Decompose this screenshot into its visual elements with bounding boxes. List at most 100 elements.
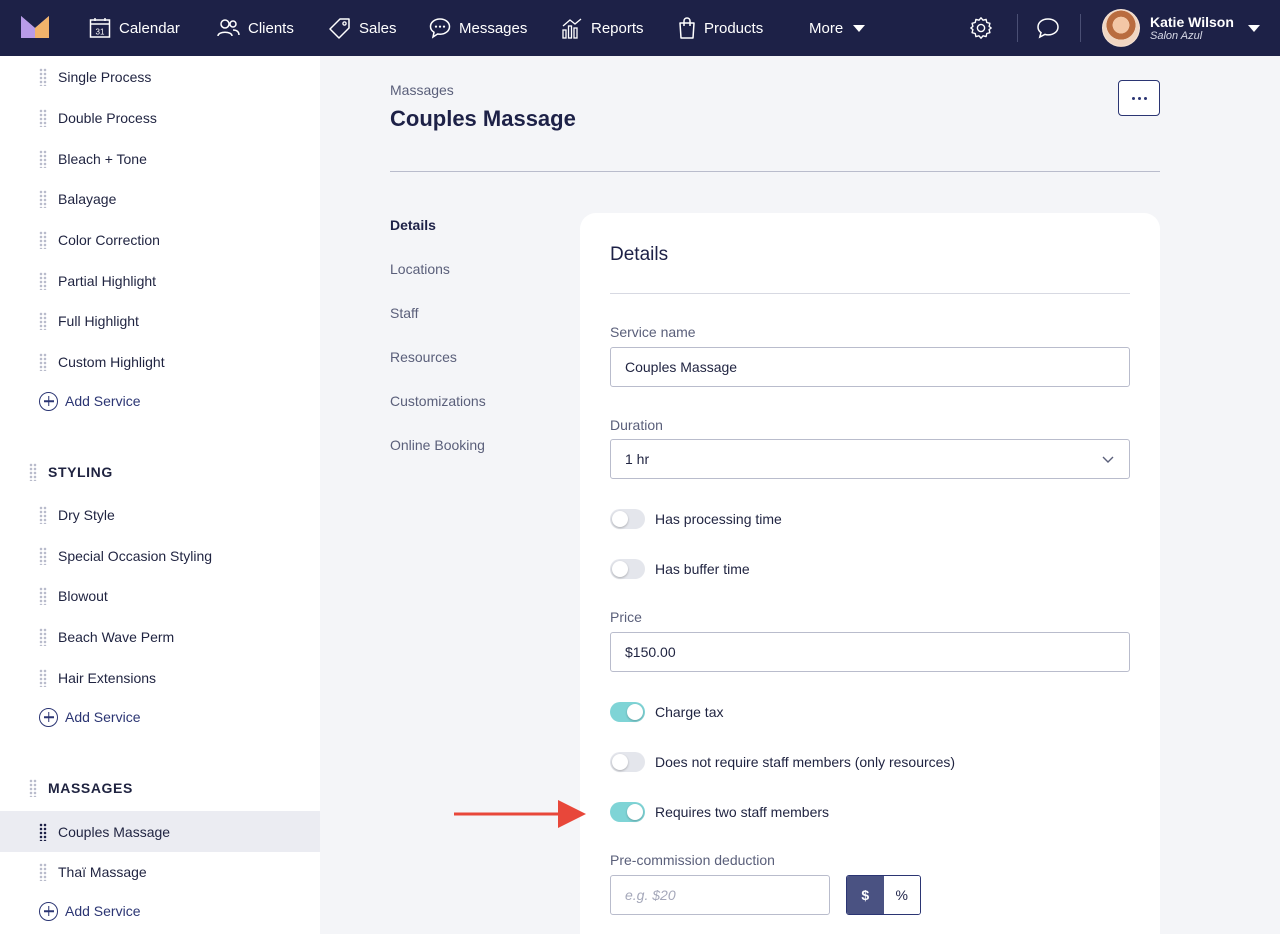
deduction-label: Pre-commission deduction — [610, 852, 775, 868]
drag-handle-icon[interactable] — [39, 822, 47, 841]
drag-handle-icon[interactable] — [39, 108, 47, 127]
settings-button[interactable] — [967, 14, 995, 42]
caret-down-icon — [853, 24, 866, 32]
drag-handle-icon[interactable] — [39, 149, 47, 168]
nav-sales-label: Sales — [359, 19, 397, 37]
mangomint-logo[interactable] — [21, 16, 49, 38]
drag-handle-icon[interactable] — [39, 271, 47, 290]
user-menu[interactable]: Katie Wilson Salon Azul — [1102, 9, 1260, 47]
nav-messages-label: Messages — [459, 19, 528, 37]
service-item[interactable]: Color Correction — [0, 219, 320, 260]
nav-products-label: Products — [704, 19, 764, 37]
section-link-resources[interactable]: Resources — [390, 349, 457, 365]
drag-handle-icon[interactable] — [39, 668, 47, 687]
drag-handle-icon[interactable] — [39, 546, 47, 565]
nav-messages[interactable]: Messages — [429, 0, 527, 56]
ellipsis-icon — [1131, 96, 1135, 100]
service-item[interactable]: Dry Style — [0, 494, 320, 535]
charge-tax-toggle[interactable] — [610, 702, 645, 722]
service-item[interactable]: Special Occasion Styling — [0, 535, 320, 576]
service-item[interactable]: Blowout — [0, 575, 320, 616]
nav-products[interactable]: Products — [678, 0, 763, 56]
section-link-locations[interactable]: Locations — [390, 261, 450, 277]
deduction-unit-percent[interactable]: % — [883, 876, 920, 914]
service-item[interactable]: Custom Highlight — [0, 341, 320, 382]
speech-bubble-icon — [1037, 18, 1059, 39]
service-item-active[interactable]: Couples Massage — [0, 811, 320, 852]
duration-label: Duration — [610, 417, 663, 433]
service-item[interactable]: Partial Highlight — [0, 260, 320, 301]
service-name-input[interactable] — [610, 347, 1130, 387]
section-link-details[interactable]: Details — [390, 217, 436, 233]
service-item[interactable]: Beach Wave Perm — [0, 616, 320, 657]
processing-time-toggle[interactable] — [610, 509, 645, 529]
plus-circle-icon — [39, 391, 58, 411]
price-label: Price — [610, 609, 642, 625]
bar-chart-icon — [562, 18, 582, 39]
category-header-massages[interactable]: MASSAGES — [29, 777, 133, 799]
nav-more-label: More — [809, 19, 844, 37]
card-divider — [610, 293, 1130, 294]
add-service-button[interactable]: Add Service — [39, 900, 140, 922]
buffer-time-toggle[interactable] — [610, 559, 645, 579]
service-item[interactable]: Bleach + Tone — [0, 138, 320, 179]
nav-more[interactable]: More — [809, 0, 866, 56]
top-navigation: 31 Calendar Clients Sales Messages Repor… — [0, 0, 1280, 56]
processing-time-toggle-row[interactable]: Has processing time — [610, 509, 782, 529]
drag-handle-icon[interactable] — [29, 779, 37, 797]
deduction-unit-toggle: $ % — [846, 875, 921, 915]
no-staff-required-toggle[interactable] — [610, 752, 645, 772]
drag-handle-icon[interactable] — [29, 463, 37, 481]
service-item[interactable]: Balayage — [0, 178, 320, 219]
drag-handle-icon[interactable] — [39, 189, 47, 208]
service-item[interactable]: Hair Extensions — [0, 657, 320, 698]
section-link-online-booking[interactable]: Online Booking — [390, 437, 485, 453]
two-staff-toggle[interactable] — [610, 802, 645, 822]
calendar-icon: 31 — [89, 18, 111, 38]
nav-separator — [1080, 14, 1081, 42]
more-options-button[interactable] — [1118, 80, 1160, 116]
nav-calendar-label: Calendar — [119, 19, 180, 37]
duration-select[interactable]: 1 hr — [610, 439, 1130, 479]
section-link-staff[interactable]: Staff — [390, 305, 419, 321]
no-staff-required-toggle-row[interactable]: Does not require staff members (only res… — [610, 752, 955, 772]
duration-value: 1 hr — [625, 451, 650, 467]
add-service-button[interactable]: Add Service — [39, 706, 140, 728]
deduction-unit-dollar[interactable]: $ — [847, 876, 884, 914]
drag-handle-icon[interactable] — [39, 230, 47, 249]
drag-handle-icon[interactable] — [39, 862, 47, 881]
nav-calendar[interactable]: 31 Calendar — [89, 0, 180, 56]
service-item[interactable]: Single Process — [0, 56, 320, 97]
nav-reports[interactable]: Reports — [561, 0, 644, 56]
service-item[interactable]: Full Highlight — [0, 300, 320, 341]
deduction-input[interactable] — [610, 875, 830, 915]
drag-handle-icon[interactable] — [39, 505, 47, 524]
nav-clients[interactable]: Clients — [216, 0, 294, 56]
chat-button[interactable] — [1034, 14, 1062, 42]
charge-tax-toggle-row[interactable]: Charge tax — [610, 702, 723, 722]
service-item[interactable]: Thaï Massage — [0, 851, 320, 892]
drag-handle-icon[interactable] — [39, 67, 47, 86]
clients-icon — [217, 19, 240, 37]
page-title: Couples Massage — [390, 106, 576, 131]
nav-clients-label: Clients — [248, 19, 294, 37]
service-sidebar: Single Process Double Process Bleach + T… — [0, 56, 320, 934]
drag-handle-icon[interactable] — [39, 586, 47, 605]
drag-handle-icon[interactable] — [39, 311, 47, 330]
two-staff-toggle-row[interactable]: Requires two staff members — [610, 802, 829, 822]
breadcrumb[interactable]: Massages — [390, 82, 454, 98]
drag-handle-icon[interactable] — [39, 352, 47, 371]
tag-icon — [329, 18, 350, 39]
nav-sales[interactable]: Sales — [329, 0, 397, 56]
salon-name: Salon Azul — [1150, 29, 1203, 42]
category-header-styling[interactable]: STYLING — [29, 461, 113, 483]
service-item[interactable]: Double Process — [0, 97, 320, 138]
caret-down-icon — [1247, 24, 1260, 32]
user-name: Katie Wilson — [1150, 13, 1234, 30]
add-service-button[interactable]: Add Service — [39, 390, 140, 412]
buffer-time-toggle-row[interactable]: Has buffer time — [610, 559, 750, 579]
section-link-customizations[interactable]: Customizations — [390, 393, 486, 409]
price-input[interactable] — [610, 632, 1130, 672]
chevron-down-icon — [1102, 456, 1114, 463]
drag-handle-icon[interactable] — [39, 627, 47, 646]
